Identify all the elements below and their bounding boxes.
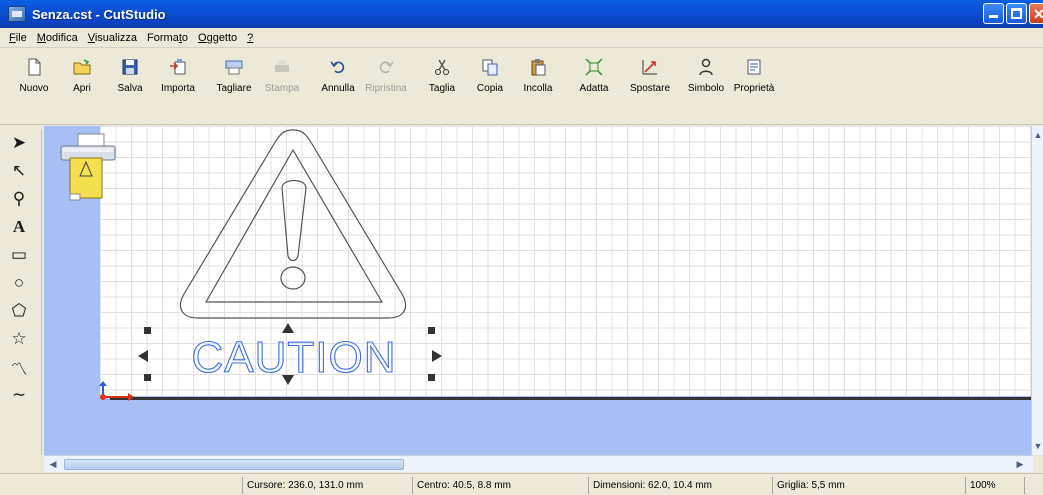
rectangle-icon: ▭ <box>10 245 28 264</box>
pentagon-icon: ⬠ <box>11 301 27 320</box>
handle-bottom-left[interactable] <box>144 374 151 381</box>
window-title: Senza.cst - CutStudio <box>32 6 166 22</box>
scroll-corner <box>1033 455 1043 472</box>
fit-icon <box>585 58 603 76</box>
horizontal-scrollbar[interactable]: ◀ ▶ <box>44 455 1033 472</box>
move-button[interactable]: Spostare <box>628 53 672 119</box>
ellipse-icon: ○ <box>13 273 25 292</box>
scroll-right-icon[interactable]: ▶ <box>1013 457 1027 471</box>
cut-plot-button[interactable]: Tagliare <box>212 53 256 119</box>
scissors-icon <box>435 59 449 75</box>
undo-button[interactable]: Annulla <box>316 53 360 119</box>
copy-icon <box>482 59 498 76</box>
text-tool[interactable]: A <box>7 214 31 240</box>
caution-text: CAUTION <box>192 334 397 378</box>
menu-visualizza[interactable]: Visualizza <box>83 32 142 44</box>
handle-bottom-right[interactable] <box>428 374 435 381</box>
rectangle-tool[interactable]: ▭ <box>7 242 31 268</box>
move-icon <box>642 60 657 75</box>
close-button[interactable]: ✕ <box>1029 3 1043 24</box>
zoom-tool[interactable]: ⚲ <box>7 186 31 212</box>
title-bar[interactable]: Senza.cst - CutStudio ✕ <box>0 0 1043 28</box>
ellipse-tool[interactable]: ○ <box>7 270 31 296</box>
horizontal-scroll-thumb[interactable] <box>64 459 404 470</box>
cutter-icon <box>225 60 243 75</box>
symbol-icon <box>699 58 713 76</box>
app-icon[interactable] <box>8 6 26 22</box>
select-tool[interactable]: ➤ <box>7 130 31 156</box>
handle-left[interactable] <box>138 350 148 362</box>
handle-top-right[interactable] <box>428 327 435 334</box>
magnifier-icon: ⚲ <box>12 189 26 208</box>
maximize-icon <box>1011 8 1022 19</box>
caution-selection[interactable]: CAUTION <box>154 334 434 378</box>
print-button[interactable]: Stampa <box>260 53 304 119</box>
drawing-canvas[interactable]: CAUTION <box>44 126 1033 455</box>
polygon-tool[interactable]: ⬠ <box>7 298 31 324</box>
polyline-tool[interactable]: 〽 <box>7 354 31 380</box>
scroll-down-icon[interactable]: ▼ <box>1031 439 1043 453</box>
open-button[interactable]: Apri <box>60 53 104 119</box>
star-tool[interactable]: ☆ <box>7 326 31 352</box>
menu-help[interactable]: ? <box>242 32 258 44</box>
text-a-icon: A <box>12 217 26 236</box>
status-zoom: 100% <box>965 477 1025 494</box>
node-edit-icon: ↖ <box>11 161 27 180</box>
maximize-button[interactable] <box>1006 3 1027 24</box>
curve-icon: ∼ <box>11 385 27 404</box>
printer-icon <box>275 60 289 72</box>
menu-oggetto[interactable]: Oggetto <box>193 32 242 44</box>
cutstudio-window: Senza.cst - CutStudio ✕ File Modifica Vi… <box>0 0 1043 495</box>
cut-button[interactable]: Taglia <box>420 53 464 119</box>
minimize-button[interactable] <box>983 3 1004 24</box>
scroll-up-icon[interactable]: ▲ <box>1031 128 1043 142</box>
media-edge-line <box>110 397 1033 400</box>
main-toolbar: Nuovo Apri Salva Importa Tagliare Stampa… <box>0 49 1043 125</box>
media-printer-icon[interactable] <box>58 132 120 202</box>
redo-button[interactable]: Ripristina <box>364 53 408 119</box>
star-icon: ☆ <box>11 329 27 348</box>
import-button[interactable]: Importa <box>156 53 200 119</box>
save-button[interactable]: Salva <box>108 53 152 119</box>
polyline-icon: 〽 <box>10 359 28 379</box>
tool-palette: ➤ ↖ ⚲ A ▭ ○ ⬠ ☆ 〽 ∼ <box>0 130 42 455</box>
close-icon: ✕ <box>1033 6 1043 22</box>
caution-text-shape[interactable]: CAUTION <box>154 334 434 378</box>
scroll-left-icon[interactable]: ◀ <box>46 457 60 471</box>
origin-axes <box>99 381 134 401</box>
vertical-scrollbar[interactable]: ▲ ▼ <box>1031 126 1043 455</box>
status-cursor: Cursore: 236.0, 131.0 mm <box>242 477 363 494</box>
handle-bottom[interactable] <box>282 375 294 385</box>
status-dimensions: Dimensioni: 62.0, 10.4 mm <box>588 477 712 494</box>
fit-button[interactable]: Adatta <box>572 53 616 119</box>
handle-right[interactable] <box>432 350 442 362</box>
status-grid: Griglia: 5,5 mm <box>772 477 845 494</box>
properties-button[interactable]: Proprietà <box>732 53 776 119</box>
edit-points-tool[interactable]: ↖ <box>7 158 31 184</box>
minimize-icon <box>989 15 998 18</box>
import-icon <box>170 59 186 75</box>
curve-tool[interactable]: ∼ <box>7 382 31 408</box>
handle-top-left[interactable] <box>144 327 151 334</box>
status-bar: Cursore: 236.0, 131.0 mm Centro: 40.5, 8… <box>0 473 1043 495</box>
menu-modifica[interactable]: Modifica <box>32 32 83 44</box>
open-folder-icon <box>73 59 91 75</box>
handle-top[interactable] <box>282 323 294 333</box>
new-button[interactable]: Nuovo <box>12 53 56 119</box>
status-center: Centro: 40.5, 8.8 mm <box>412 477 511 494</box>
warning-triangle-shape[interactable] <box>174 126 414 331</box>
properties-icon <box>747 59 761 75</box>
menu-file[interactable]: File <box>4 32 32 44</box>
save-disk-icon <box>122 59 138 75</box>
undo-icon <box>330 61 345 74</box>
arrow-pointer-icon: ➤ <box>11 133 27 152</box>
menu-formato[interactable]: Formato <box>142 32 193 44</box>
paste-button[interactable]: Incolla <box>516 53 560 119</box>
paste-clipboard-icon <box>531 59 546 76</box>
redo-icon <box>379 61 394 74</box>
new-document-icon <box>28 58 41 76</box>
menu-bar: File Modifica Visualizza Formato Oggetto… <box>0 28 1043 48</box>
symbol-button[interactable]: Simbolo <box>684 53 728 119</box>
copy-button[interactable]: Copia <box>468 53 512 119</box>
